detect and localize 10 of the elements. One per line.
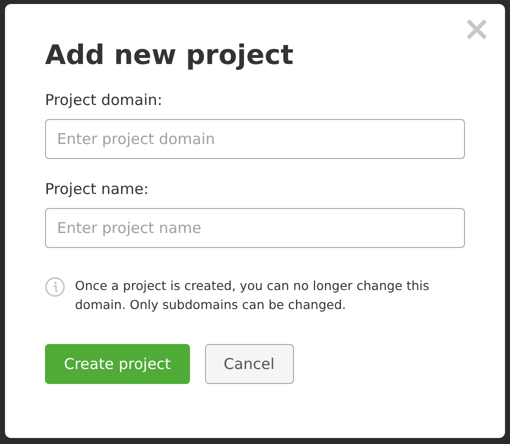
field-label: Project name:	[45, 179, 149, 199]
close-button[interactable]: ×	[462, 12, 491, 46]
dialog-title: Add new project	[45, 39, 294, 73]
info-icon	[45, 277, 65, 297]
notice-text: Once a project is created, you can no longer change this domain. Only subdomains can be changed.	[75, 277, 430, 314]
create-button[interactable]: Create project	[45, 344, 190, 384]
text-field[interactable]: Enter project domain	[45, 119, 465, 159]
text-field[interactable]: Enter project name	[45, 208, 465, 248]
field-label: Project domain:	[45, 90, 162, 110]
cancel-button[interactable]: Cancel	[204, 344, 294, 384]
